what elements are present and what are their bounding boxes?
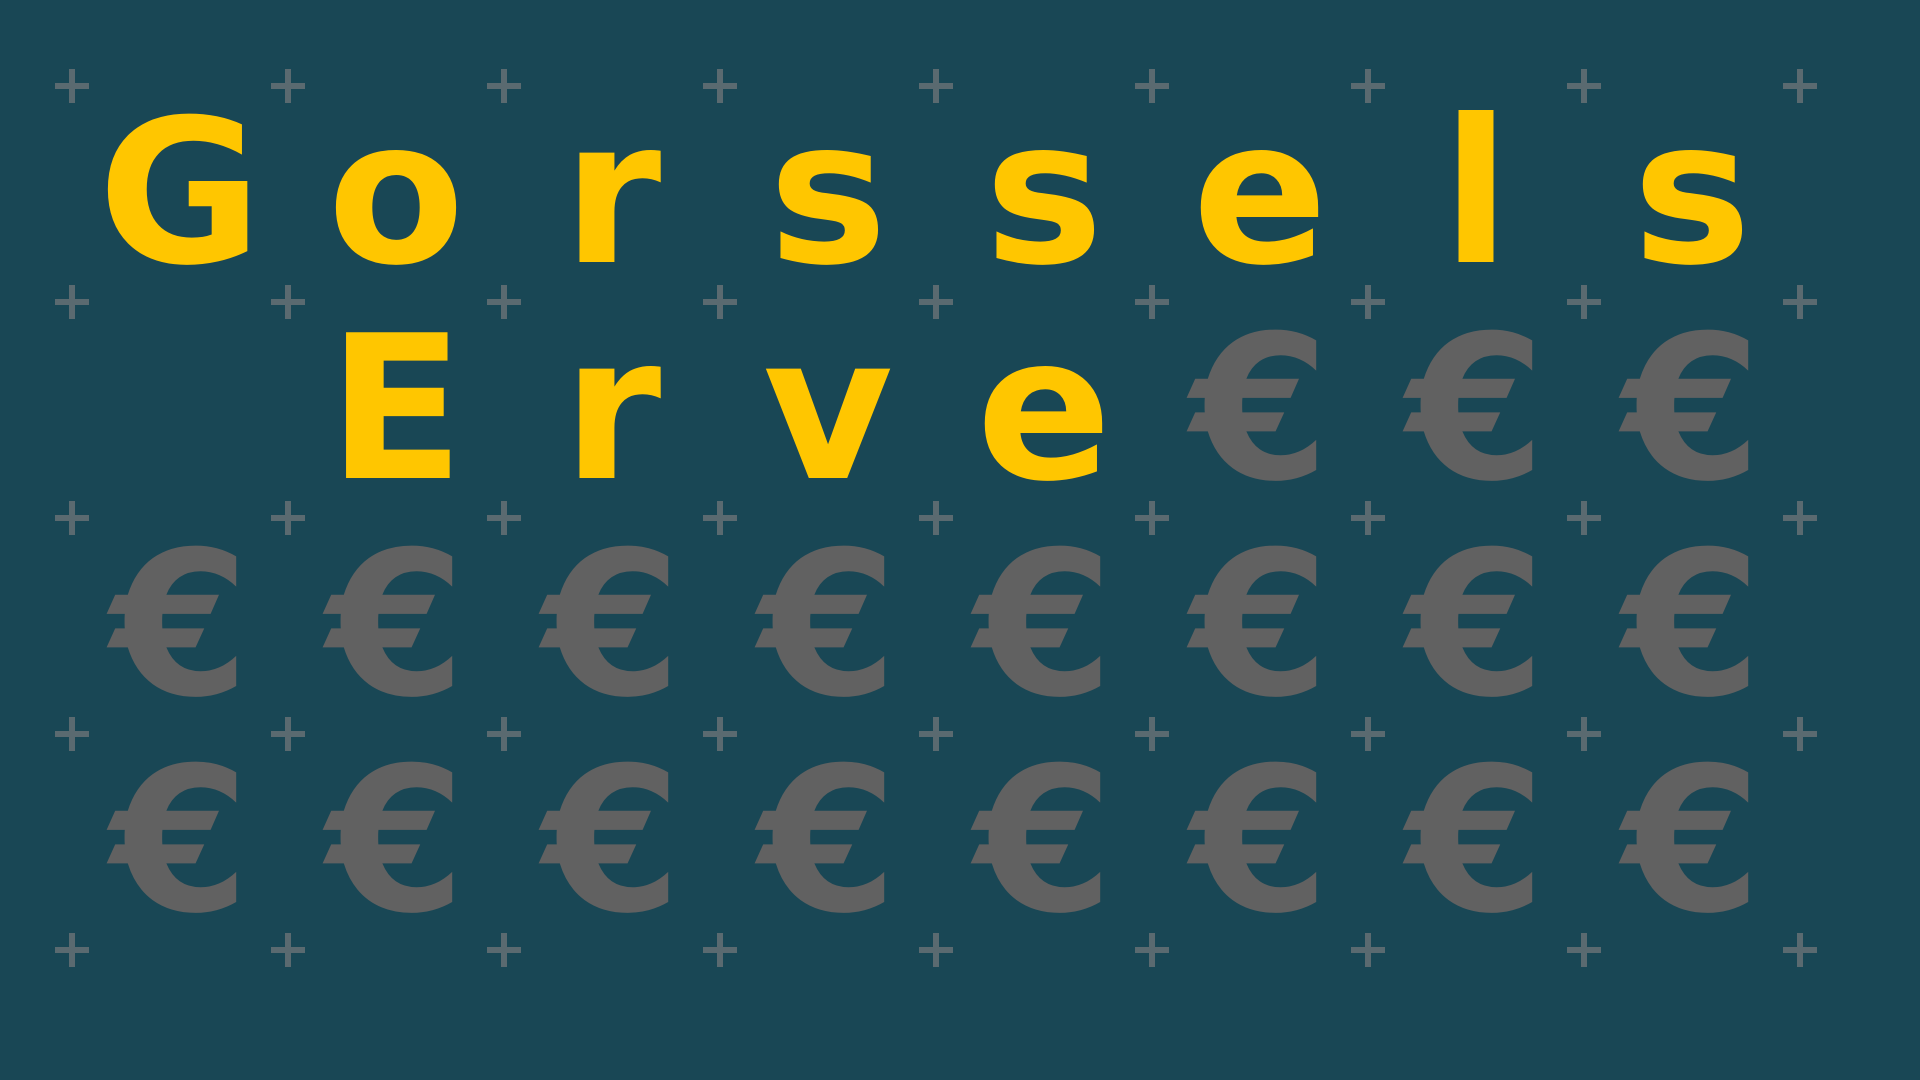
euro-cell: € [974, 509, 1114, 742]
letter-cell: l [1441, 77, 1511, 310]
letter-cell: v [762, 293, 894, 526]
euro-cell: € [1622, 293, 1762, 526]
euro-cell: € [1622, 509, 1762, 742]
puzzle-canvas: Go r s s e l s Er v e € € € € € € € € € € € € € € € € € € € [0, 0, 1920, 1080]
letter-cell: e [1192, 77, 1328, 310]
empty-cell [72, 302, 288, 518]
euro-cell: € [1406, 293, 1546, 526]
euro-cell: € [326, 725, 466, 958]
euro-cell: € [542, 725, 682, 958]
euro-cell: € [758, 725, 898, 958]
letter-cell: o [327, 77, 465, 310]
euro-cell: € [542, 509, 682, 742]
letter-cell: s [1632, 77, 1752, 310]
euro-cell: € [974, 725, 1114, 958]
letter-cell: r [562, 293, 662, 526]
euro-cell: € [110, 725, 250, 958]
euro-cell: € [326, 509, 466, 742]
euro-cell: € [1406, 725, 1546, 958]
euro-cell: € [1406, 509, 1546, 742]
euro-cell: € [758, 509, 898, 742]
euro-cell: € [110, 509, 250, 742]
letter-cell: r [562, 77, 662, 310]
euro-cell: € [1622, 725, 1762, 958]
letter-cell: s [984, 77, 1104, 310]
letter-cell: G [97, 77, 263, 310]
euro-cell: € [1190, 725, 1330, 958]
letter-cell: E [327, 293, 465, 526]
euro-cell: € [1190, 293, 1330, 526]
letter-cell: s [768, 77, 888, 310]
letter-cell: e [976, 293, 1112, 526]
euro-cell: € [1190, 509, 1330, 742]
